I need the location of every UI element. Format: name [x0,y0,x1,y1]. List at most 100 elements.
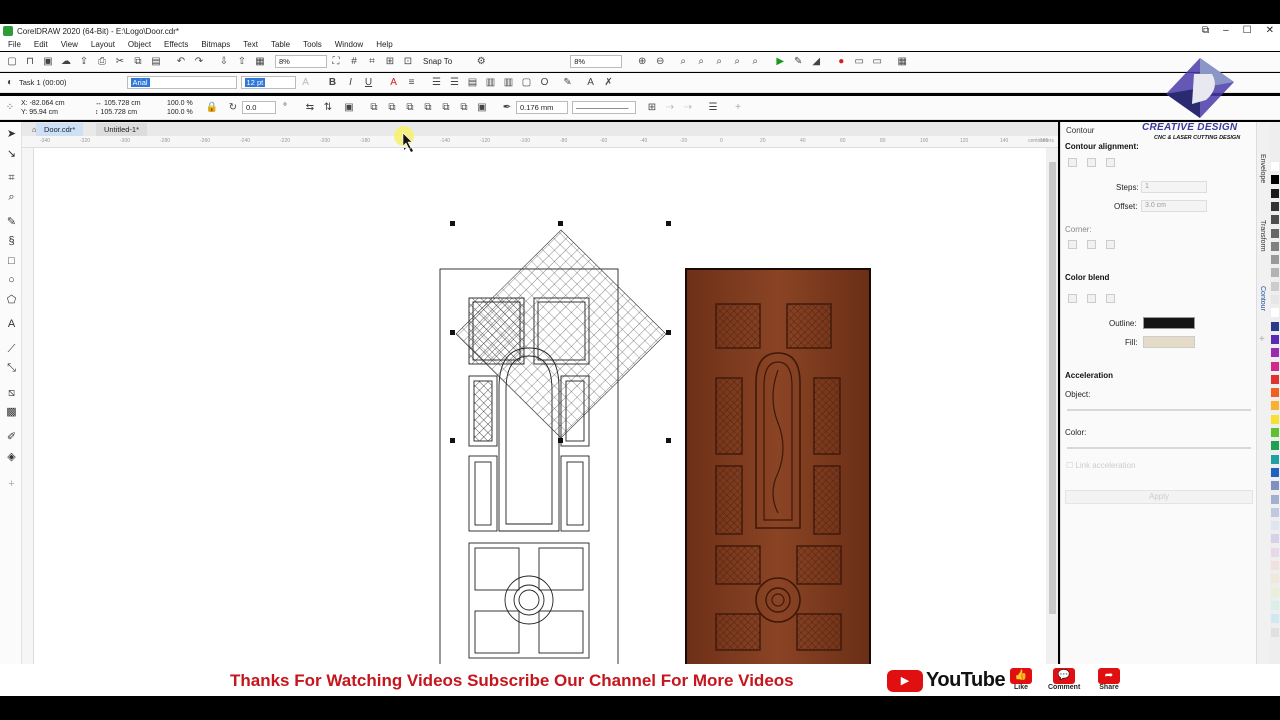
color-acceleration-slider[interactable] [1067,447,1251,449]
artistic-media-icon[interactable]: § [5,235,18,248]
pdf-icon[interactable]: ▦ [254,56,266,68]
palette-swatch[interactable] [1271,308,1279,318]
arrow-end-icon[interactable]: ⇢ [682,102,694,114]
palette-swatch[interactable] [1271,334,1279,344]
menu-file[interactable]: File [8,40,21,49]
text-tool-icon[interactable]: A [5,318,18,331]
frame2-icon[interactable]: ▭ [871,56,883,68]
palette-swatch[interactable] [1271,441,1279,451]
connector-tool-icon[interactable]: ⤡ [5,362,18,375]
underline-icon[interactable]: U [363,77,375,89]
palette-swatch[interactable] [1271,494,1279,504]
palette-swatch[interactable] [1271,162,1279,171]
palette-swatch[interactable] [1271,255,1279,265]
redo-icon[interactable]: ↷ [193,56,205,68]
palette-swatch[interactable] [1271,241,1279,251]
outline-pen-icon[interactable]: ✒ [501,102,513,114]
crop-tool-icon[interactable]: ⌗ [5,172,18,185]
save-icon[interactable]: ▣ [42,56,54,68]
corner-bevel-option[interactable] [1106,240,1115,249]
palette-swatch[interactable] [1271,467,1279,477]
palette-swatch[interactable] [1271,481,1279,491]
menu-bitmaps[interactable]: Bitmaps [201,40,230,49]
bold-icon[interactable]: B [327,77,339,89]
options-gear-icon[interactable]: ⚙ [475,56,487,68]
zoom-height-icon[interactable]: ⌕ [749,56,761,68]
menu-layout[interactable]: Layout [91,40,115,49]
undo-icon[interactable]: ↶ [175,56,187,68]
guidelines-icon[interactable]: ⊞ [384,56,396,68]
frame-icon[interactable]: ▭ [853,56,865,68]
line-style-dropdown[interactable]: ——————— [572,101,636,114]
indent-icon[interactable]: ▥ [485,77,497,89]
linear-blend-option[interactable] [1068,294,1077,303]
to-center-option[interactable] [1068,158,1077,167]
text-color-icon[interactable]: A [388,77,400,89]
vertical-ruler[interactable] [22,148,34,664]
palette-swatch[interactable] [1271,614,1279,624]
scrollbar-thumb[interactable] [1049,162,1056,614]
text-align-icon[interactable]: ≡ [406,77,418,89]
lock-ratio-icon[interactable]: 🔒 [206,102,218,114]
close-icon[interactable]: ✕ [1266,24,1274,38]
palette-swatch[interactable] [1271,547,1279,557]
cut-icon[interactable]: ✂ [114,56,126,68]
menu-object[interactable]: Object [128,40,151,49]
trim-icon[interactable]: ⧉ [386,102,398,114]
vertical-scrollbar[interactable] [1046,148,1058,664]
edit-icon[interactable]: ✎ [792,56,804,68]
palette-swatch[interactable] [1271,521,1279,531]
y-position-field[interactable]: 95.94 cm [29,109,58,116]
cloud-icon[interactable]: ☁ [60,56,72,68]
palette-swatch[interactable] [1271,600,1279,610]
height-field[interactable]: 105.728 cm [100,109,137,116]
italic-icon[interactable]: I [345,77,357,89]
counterclockwise-blend-option[interactable] [1106,294,1115,303]
palette-swatch[interactable] [1271,587,1279,597]
print-icon[interactable]: ⎙ [96,56,108,68]
zoom-in-icon[interactable]: ⊕ [636,56,648,68]
outside-option[interactable] [1106,158,1115,167]
add-icon[interactable]: + [732,102,744,114]
grid-icon[interactable]: # [348,56,360,68]
text-direction-icon[interactable]: A [585,77,597,89]
export-icon[interactable]: ⇧ [236,56,248,68]
weld-icon[interactable]: ⧉ [368,102,380,114]
zoom-tool-icon[interactable]: ⌕ [5,191,18,204]
wrap-text-icon[interactable]: ⊞ [646,102,658,114]
new-document-icon[interactable]: ▢ [6,56,18,68]
horizontal-ruler[interactable]: -340-320-300-280-260-240-220-200-180-160… [22,136,1248,148]
tab-untitled-1[interactable]: Untitled-1* [96,123,148,136]
palette-swatch[interactable] [1271,388,1279,398]
frame-icon-2[interactable]: ▢ [521,77,533,89]
rotation-field[interactable]: 0.0 [242,101,276,114]
rotation-icon[interactable]: ↻ [227,102,239,114]
full-screen-icon[interactable]: ⛶ [330,56,342,68]
shape-tool-icon[interactable]: ↘ [5,148,18,161]
palette-swatch[interactable] [1271,627,1279,637]
transparency-icon[interactable]: ▩ [5,406,18,419]
palette-swatch[interactable] [1271,348,1279,358]
maximize-icon[interactable]: ☐ [1243,24,1252,38]
record-icon[interactable]: ● [835,56,847,68]
palette-swatch[interactable] [1271,428,1279,437]
menu-help[interactable]: Help [376,40,392,49]
paste-icon[interactable]: ▤ [150,56,162,68]
font-name-field[interactable]: Arial [126,76,237,89]
palette-swatch[interactable] [1271,201,1279,211]
zoom-level-left[interactable]: 8% [275,55,327,68]
palette-swatch[interactable] [1271,321,1279,331]
palette-swatch[interactable] [1271,414,1279,424]
table-icon[interactable]: ▦ [896,56,908,68]
tab-door-cdr[interactable]: Door.cdr* [36,123,84,136]
offset-field[interactable]: 3.0 cm [1141,200,1207,212]
zoom-selected-icon[interactable]: ⌕ [677,56,689,68]
object-acceleration-slider[interactable] [1067,409,1251,411]
restore-icon[interactable]: ⧉ [1202,24,1209,38]
import-icon[interactable]: ⇩ [218,56,230,68]
columns-icon[interactable]: ▥ [503,77,515,89]
ellipse-tool-icon[interactable]: ○ [5,274,18,287]
drop-shadow-icon[interactable]: ⧅ [5,387,18,400]
palette-swatch[interactable] [1271,561,1279,570]
palette-swatch[interactable] [1271,295,1279,304]
